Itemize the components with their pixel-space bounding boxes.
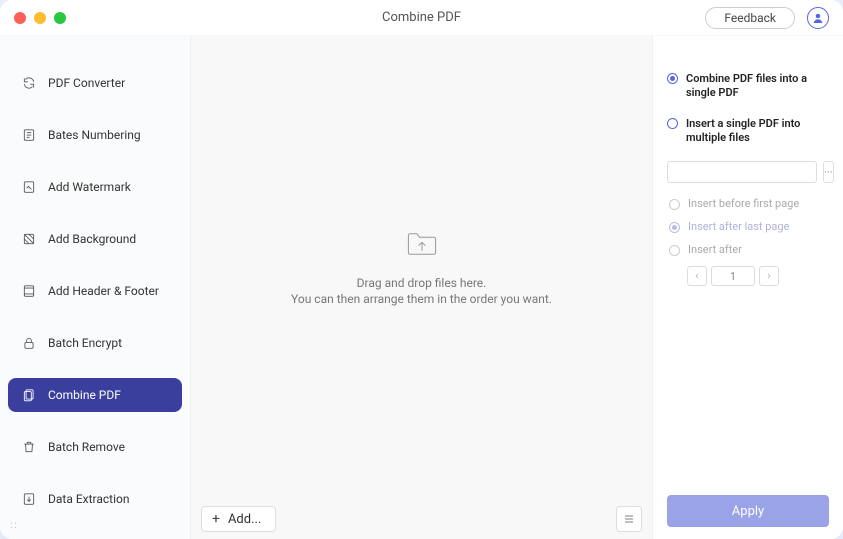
- sidebar-item-bates-numbering[interactable]: Bates Numbering: [8, 118, 182, 152]
- background-icon: [22, 232, 36, 246]
- sidebar-item-label: Add Header & Footer: [48, 284, 159, 298]
- extract-icon: [22, 492, 36, 506]
- sidebar-item-add-header-footer[interactable]: Add Header & Footer: [8, 274, 182, 308]
- insert-position-group: Insert before first page Insert after la…: [667, 197, 829, 286]
- add-button-label: Add...: [228, 512, 261, 527]
- insert-file-input[interactable]: [667, 161, 817, 183]
- page-number-input[interactable]: [711, 266, 755, 286]
- sidebar-item-label: Data Extraction: [48, 492, 130, 506]
- sidebar-item-label: Bates Numbering: [48, 128, 141, 142]
- add-files-button[interactable]: + Add...: [201, 506, 276, 532]
- main-panel: Drag and drop files here. You can then a…: [190, 36, 653, 539]
- user-icon: [812, 12, 824, 24]
- maximize-window-button[interactable]: [54, 12, 66, 24]
- insert-before-label: Insert before first page: [688, 197, 799, 210]
- insert-after-last-label: Insert after last page: [688, 220, 789, 233]
- feedback-button[interactable]: Feedback: [705, 7, 795, 29]
- sidebar-item-label: PDF Converter: [48, 76, 125, 90]
- radio-icon: [667, 118, 678, 129]
- drop-text-2: You can then arrange them in the order y…: [291, 292, 552, 306]
- page-increment-button[interactable]: [759, 266, 779, 286]
- list-icon: [623, 513, 635, 525]
- apply-button[interactable]: Apply: [667, 495, 829, 527]
- view-mode-button[interactable]: [616, 506, 642, 532]
- user-account-button[interactable]: [807, 7, 829, 29]
- mode-combine-label: Combine PDF files into a single PDF: [686, 72, 829, 101]
- mode-insert-radio[interactable]: Insert a single PDF into multiple files: [667, 117, 829, 146]
- close-window-button[interactable]: [14, 12, 26, 24]
- sidebar-item-data-extraction[interactable]: Data Extraction: [8, 482, 182, 516]
- options-panel: Combine PDF files into a single PDF Inse…: [653, 36, 843, 539]
- insert-after-label: Insert after: [688, 243, 742, 256]
- sidebar-resize-handle[interactable]: ::: [10, 520, 19, 531]
- convert-icon: [22, 76, 36, 90]
- page-decrement-button[interactable]: [687, 266, 707, 286]
- radio-icon: [667, 73, 678, 84]
- mode-insert-label: Insert a single PDF into multiple files: [686, 117, 829, 146]
- insert-file-row: ···: [667, 161, 829, 183]
- sidebar-item-batch-remove[interactable]: Batch Remove: [8, 430, 182, 464]
- sidebar-item-label: Batch Remove: [48, 440, 125, 454]
- insert-after-last-radio[interactable]: Insert after last page: [669, 220, 829, 233]
- browse-file-button[interactable]: ···: [823, 161, 834, 183]
- insert-after-page-radio[interactable]: Insert after: [669, 243, 829, 256]
- titlebar: Combine PDF Feedback: [0, 0, 843, 36]
- bates-icon: [22, 128, 36, 142]
- combine-icon: [22, 388, 36, 402]
- watermark-icon: [22, 180, 36, 194]
- page-stepper: [669, 266, 829, 286]
- sidebar-item-label: Add Watermark: [48, 180, 131, 194]
- radio-icon: [669, 222, 680, 233]
- drop-zone[interactable]: Drag and drop files here. You can then a…: [191, 36, 652, 499]
- insert-before-first-radio[interactable]: Insert before first page: [669, 197, 829, 210]
- sidebar-item-label: Batch Encrypt: [48, 336, 122, 350]
- plus-icon: +: [212, 511, 220, 527]
- sidebar-item-add-watermark[interactable]: Add Watermark: [8, 170, 182, 204]
- remove-icon: [22, 440, 36, 454]
- radio-icon: [669, 245, 680, 256]
- minimize-window-button[interactable]: [34, 12, 46, 24]
- sidebar-item-label: Add Background: [48, 232, 136, 246]
- drop-text-1: Drag and drop files here.: [357, 276, 487, 290]
- encrypt-icon: [22, 336, 36, 350]
- app-window: Combine PDF Feedback PDF Converter Bates…: [0, 0, 843, 539]
- upload-folder-icon: [405, 230, 439, 262]
- sidebar-item-add-background[interactable]: Add Background: [8, 222, 182, 256]
- sidebar-item-label: Combine PDF: [48, 388, 121, 402]
- header-footer-icon: [22, 284, 36, 298]
- sidebar-item-combine-pdf[interactable]: Combine PDF: [8, 378, 182, 412]
- bottom-toolbar: + Add...: [191, 499, 652, 539]
- chevron-left-icon: [693, 272, 701, 280]
- sidebar: PDF Converter Bates Numbering Add Waterm…: [0, 36, 190, 539]
- radio-icon: [669, 199, 680, 210]
- app-body: PDF Converter Bates Numbering Add Waterm…: [0, 36, 843, 539]
- mode-combine-radio[interactable]: Combine PDF files into a single PDF: [667, 72, 829, 101]
- chevron-right-icon: [765, 272, 773, 280]
- traffic-lights: [14, 12, 66, 24]
- sidebar-item-pdf-converter[interactable]: PDF Converter: [8, 66, 182, 100]
- sidebar-item-batch-encrypt[interactable]: Batch Encrypt: [8, 326, 182, 360]
